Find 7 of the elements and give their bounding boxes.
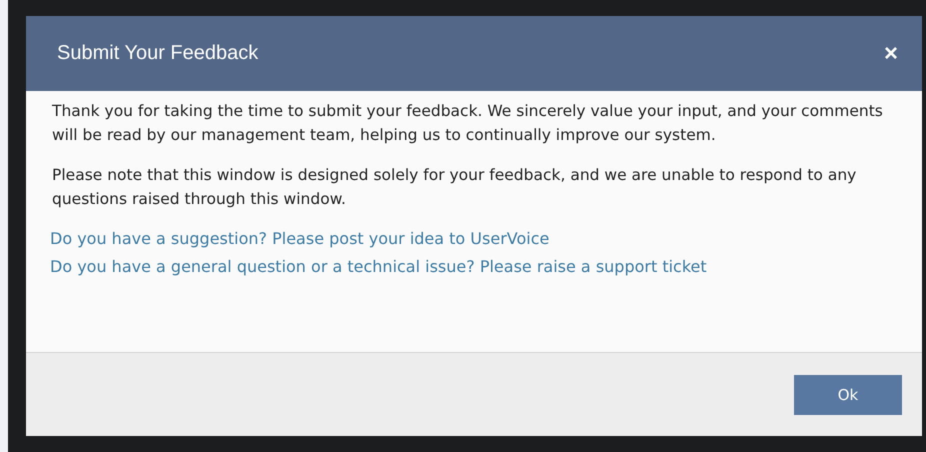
link[interactable]: Do you have a suggestion? Please post your idea to UserVoice — [50, 227, 908, 251]
link[interactable]: Do you have a general question or a technical issue? Please raise a support ticket — [50, 255, 908, 279]
dialog-title: Submit Your Feedback — [57, 42, 258, 65]
close-button[interactable]: × — [880, 40, 902, 68]
ok-button[interactable]: Ok — [794, 374, 902, 414]
message-text: Thank you for taking the time to submit your feedback. We sincerely value your input, and your comments will be read by our management team, helping us to continually improve our system. — [52, 101, 884, 146]
message-text: Please note that this window is designed solely for your feedback, and we are unable to respond to any questions raised through this window. — [52, 165, 858, 210]
